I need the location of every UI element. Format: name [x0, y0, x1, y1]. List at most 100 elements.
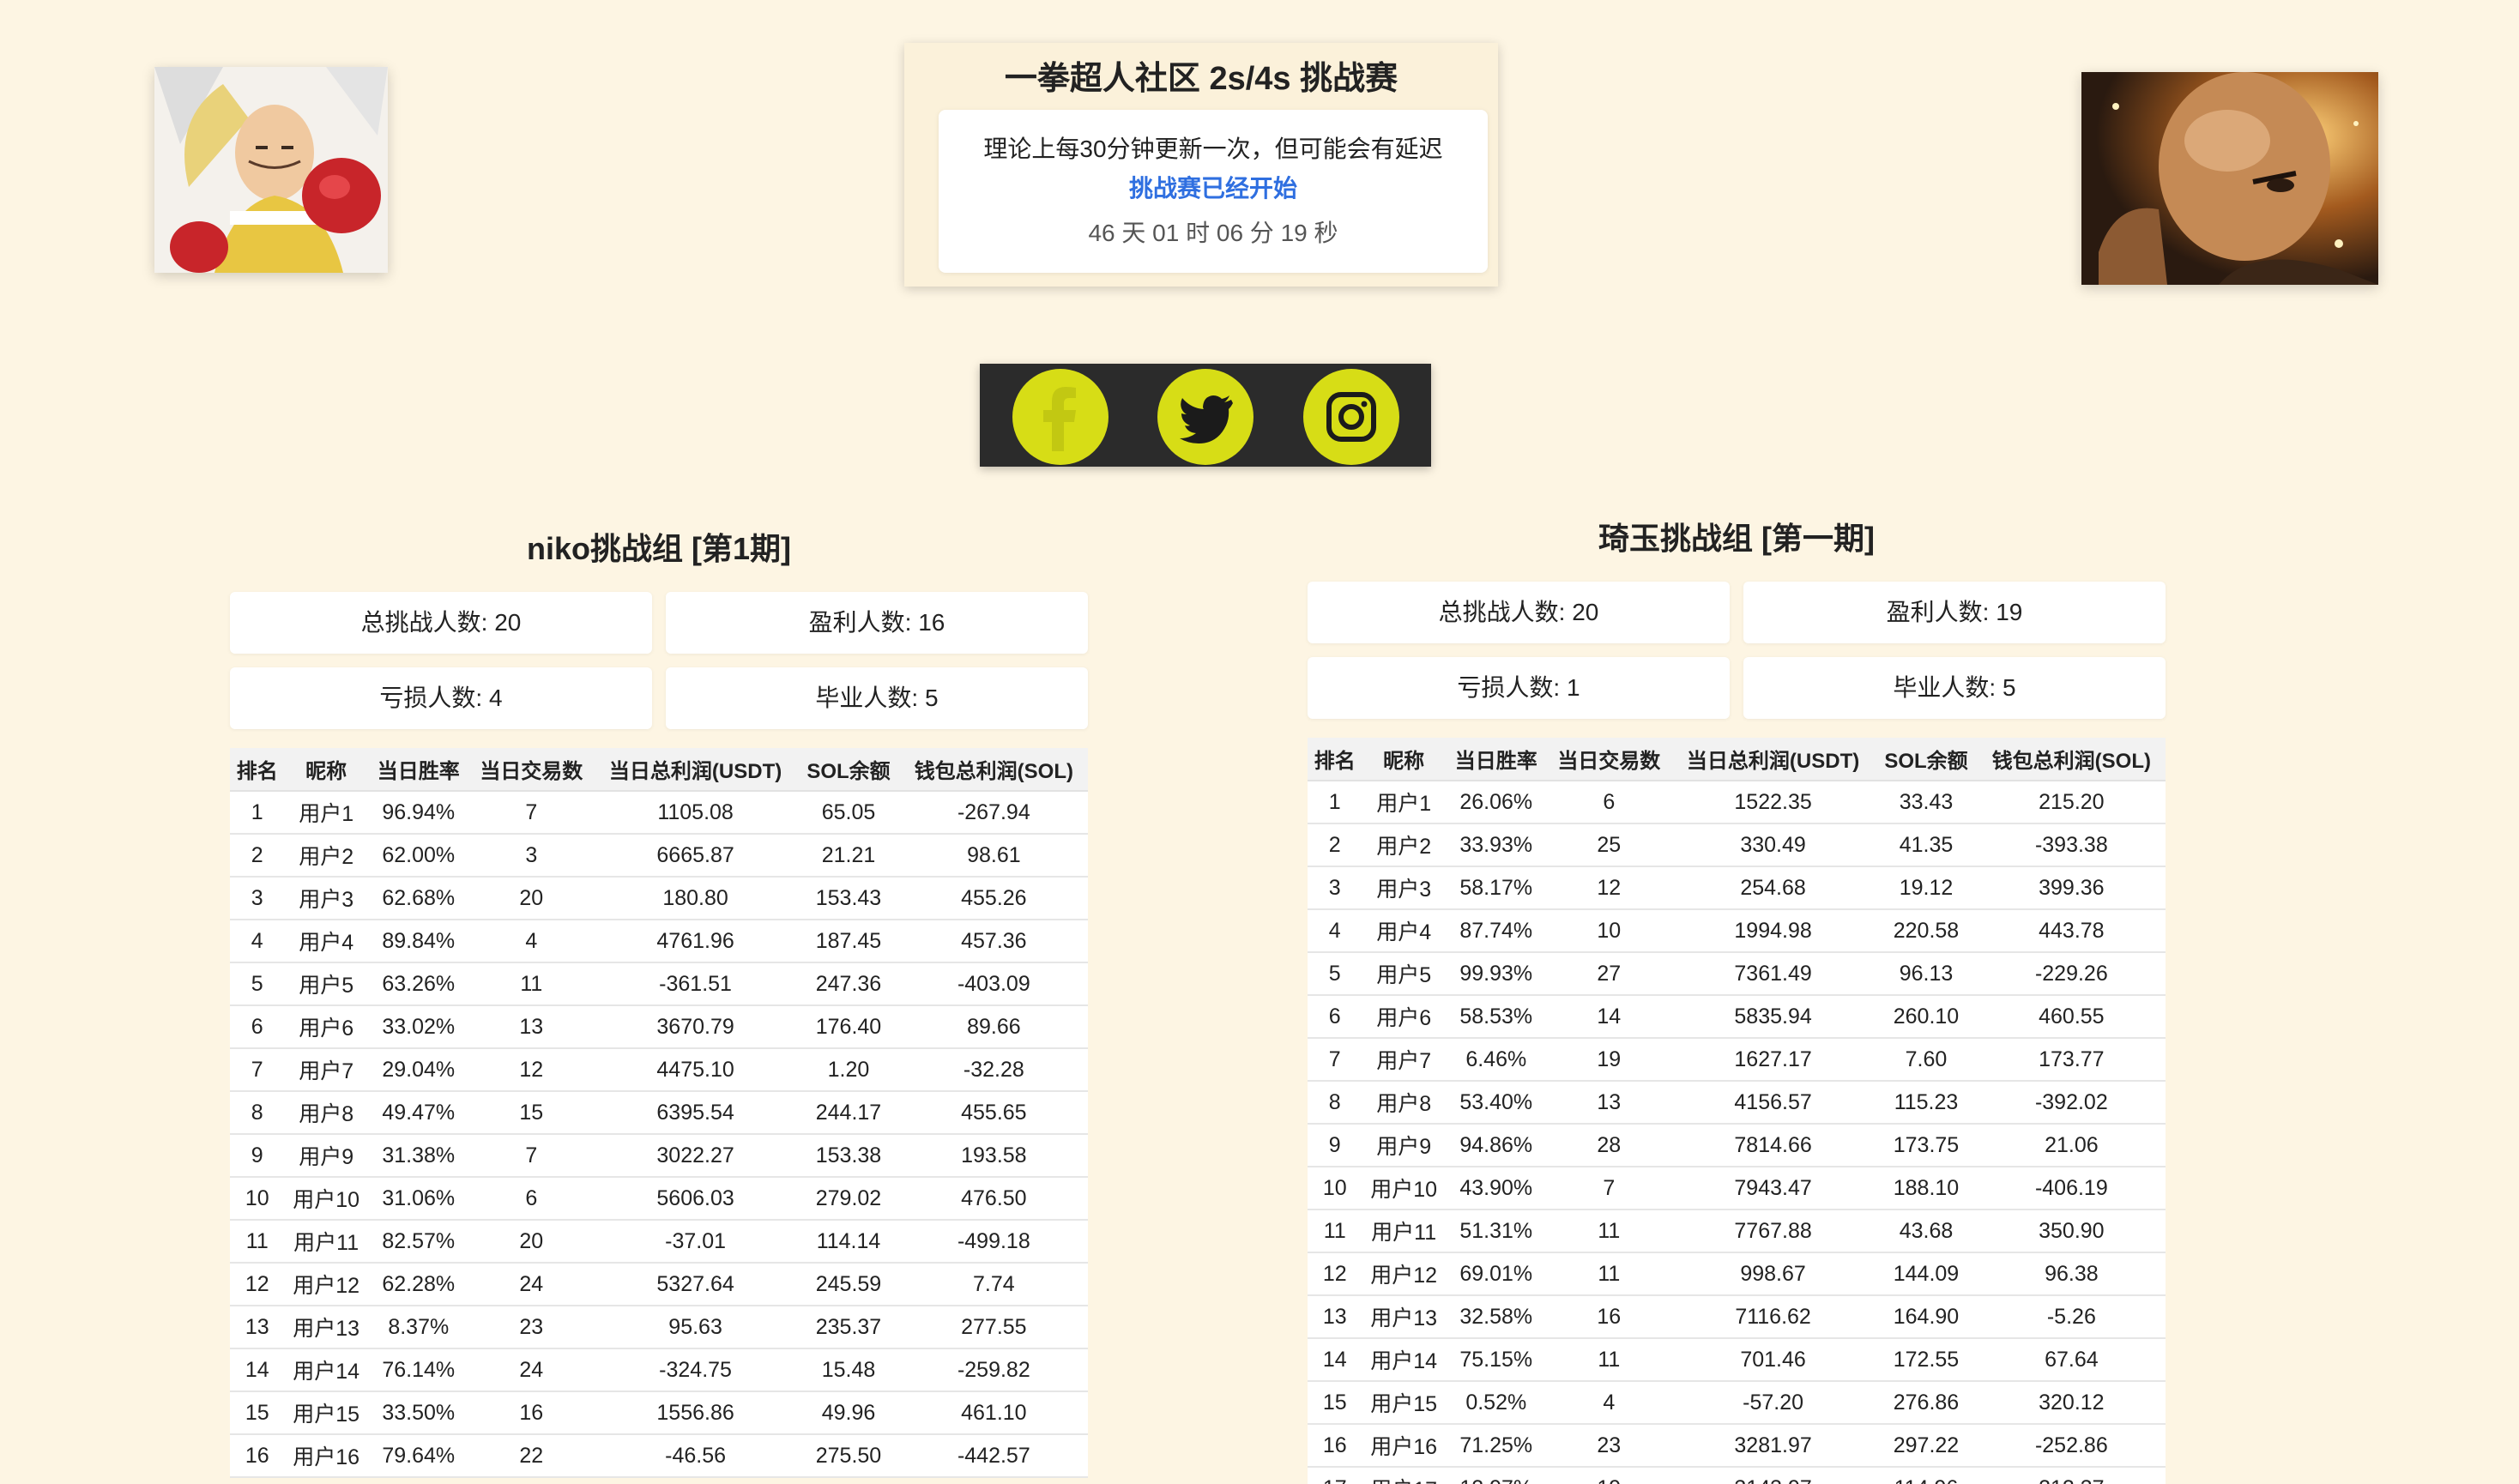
cell-sol-balance: 7.60	[1875, 1038, 1978, 1082]
twitter-icon[interactable]	[1157, 369, 1253, 465]
cell-trade-count: 13	[1546, 1081, 1671, 1125]
cell-win-rate: 63.26%	[367, 962, 469, 1006]
table-row: 6 用户6 33.02% 13 3670.79 176.40 89.66	[230, 1005, 1088, 1049]
cell-daily-profit: -361.51	[593, 962, 798, 1006]
column-header-sol-balance: SOL余额	[1875, 738, 1978, 781]
column-header-nickname: 昵称	[1362, 738, 1446, 781]
table-row: 2 用户2 62.00% 3 6665.87 21.21 98.61	[230, 834, 1088, 878]
cell-nickname: 用户13	[284, 1306, 368, 1349]
cell-wallet-profit: 455.26	[899, 877, 1088, 920]
cell-sol-balance: 153.43	[797, 877, 900, 920]
cell-win-rate: 62.00%	[367, 834, 469, 878]
cell-rank: 10	[230, 1177, 285, 1221]
cell-sol-balance: 164.90	[1875, 1295, 1978, 1339]
cell-wallet-profit: 173.77	[1977, 1038, 2166, 1082]
cell-wallet-profit: 89.66	[899, 1005, 1088, 1049]
cell-sol-balance: 187.45	[797, 920, 900, 963]
cell-trade-count: 25	[1546, 823, 1671, 867]
cell-trade-count: 24	[468, 1348, 594, 1392]
cell-daily-profit: 998.67	[1670, 1252, 1876, 1296]
social-links-bar	[980, 364, 1431, 467]
cell-win-rate: 69.01%	[1445, 1252, 1547, 1296]
cell-sol-balance: 279.02	[797, 1177, 900, 1221]
cell-daily-profit: 3281.97	[1670, 1424, 1876, 1468]
cell-wallet-profit: -406.19	[1977, 1167, 2166, 1210]
cell-win-rate: 62.68%	[367, 877, 469, 920]
cell-win-rate: 43.90%	[1445, 1167, 1547, 1210]
cell-nickname: 用户15	[1362, 1381, 1446, 1425]
cell-sol-balance: 297.22	[1875, 1424, 1978, 1468]
cell-rank: 10	[1308, 1167, 1362, 1210]
table-row: 3 用户3 58.17% 12 254.68 19.12 399.36	[1308, 866, 2166, 910]
cell-rank: 7	[1308, 1038, 1362, 1082]
table-row: 6 用户6 58.53% 14 5835.94 260.10 460.55	[1308, 995, 2166, 1039]
cell-win-rate: 53.40%	[1445, 1081, 1547, 1125]
page-title: 一拳超人社区 2s/4s 挑战赛	[1004, 61, 1398, 97]
cell-sol-balance: 276.86	[1875, 1381, 1978, 1425]
cell-trade-count: 20	[468, 877, 594, 920]
cell-rank: 6	[230, 1005, 285, 1049]
cell-trade-count: 3	[468, 834, 594, 878]
cell-nickname: 用户13	[1362, 1295, 1446, 1339]
cell-sol-balance: 96.13	[1875, 952, 1978, 996]
cell-sol-balance: 172.55	[1875, 1338, 1978, 1382]
cell-wallet-profit: -5.26	[1977, 1295, 2166, 1339]
cell-nickname: 用户14	[284, 1348, 368, 1392]
cell-trade-count: 16	[1546, 1295, 1671, 1339]
table-row: 11 用户11 51.31% 11 7767.88 43.68 350.90	[1308, 1210, 2166, 1253]
stat-profit-label: 盈利人数: 19	[1886, 599, 2023, 625]
cell-trade-count: 27	[1546, 952, 1671, 996]
cell-sol-balance: 275.50	[797, 1434, 900, 1478]
instagram-icon[interactable]	[1303, 369, 1399, 465]
cell-nickname: 用户11	[1362, 1210, 1446, 1253]
cell-wallet-profit: -442.57	[899, 1434, 1088, 1478]
cell-nickname: 用户10	[284, 1177, 368, 1221]
cell-daily-profit: 7767.88	[1670, 1210, 1876, 1253]
cell-sol-balance: 49.96	[797, 1391, 900, 1435]
cell-rank: 1	[1308, 781, 1362, 824]
cell-daily-profit: 254.68	[1670, 866, 1876, 910]
cell-nickname: 用户4	[1362, 909, 1446, 953]
cell-win-rate: 29.04%	[367, 1048, 469, 1092]
cell-rank: 14	[1308, 1338, 1362, 1382]
cell-nickname: 用户14	[1362, 1338, 1446, 1382]
cell-nickname: 用户6	[284, 1005, 368, 1049]
cell-nickname: 用户11	[284, 1220, 368, 1264]
cell-daily-profit: 7814.66	[1670, 1124, 1876, 1167]
cell-nickname: 用户17	[1362, 1467, 1446, 1484]
cell-trade-count: 28	[1546, 1124, 1671, 1167]
cell-sol-balance: 114.14	[797, 1220, 900, 1264]
cell-win-rate: 31.38%	[367, 1134, 469, 1178]
cell-win-rate: 96.94%	[367, 791, 469, 835]
cell-nickname: 用户5	[284, 962, 368, 1006]
page: 一拳超人社区 2s/4s 挑战赛 理论上每30分钟更新一次，但可能会有延迟 挑战…	[0, 0, 2519, 1484]
cell-nickname: 用户7	[1362, 1038, 1446, 1082]
table-row: 14 用户14 76.14% 24 -324.75 15.48 -259.82	[230, 1348, 1088, 1392]
cell-sol-balance: 65.05	[797, 791, 900, 835]
cell-win-rate: 33.50%	[367, 1391, 469, 1435]
column-header-trade-count: 当日交易数	[468, 748, 594, 792]
table-row: 9 用户9 31.38% 7 3022.27 153.38 193.58	[230, 1134, 1088, 1178]
group-title: 琦玉挑战组 [第一期]	[1598, 521, 1875, 556]
cell-trade-count: 24	[468, 1263, 594, 1306]
cell-trade-count: 13	[468, 1005, 594, 1049]
cell-trade-count: 22	[468, 1434, 594, 1478]
cell-wallet-profit: 461.10	[899, 1391, 1088, 1435]
cell-wallet-profit: 399.36	[1977, 866, 2166, 910]
cell-daily-profit: 4761.96	[593, 920, 798, 963]
stat-total-participants: 总挑战人数: 20	[230, 592, 652, 654]
cell-rank: 4	[230, 920, 285, 963]
table-row: 5 用户5 63.26% 11 -361.51 247.36 -403.09	[230, 962, 1088, 1006]
cell-rank: 3	[230, 877, 285, 920]
facebook-icon[interactable]	[1012, 369, 1108, 465]
cell-wallet-profit: 215.20	[1977, 781, 2166, 824]
cell-nickname: 用户16	[1362, 1424, 1446, 1468]
table-row: 7 用户7 29.04% 12 4475.10 1.20 -32.28	[230, 1048, 1088, 1092]
table-row: 9 用户9 94.86% 28 7814.66 173.75 21.06	[1308, 1124, 2166, 1167]
cell-trade-count: 10	[1546, 909, 1671, 953]
cell-win-rate: 99.93%	[1445, 952, 1547, 996]
cell-rank: 5	[1308, 952, 1362, 996]
stat-loss-count: 亏损人数: 1	[1308, 657, 1730, 719]
cell-wallet-profit: 21.06	[1977, 1124, 2166, 1167]
cell-sol-balance: 220.58	[1875, 909, 1978, 953]
